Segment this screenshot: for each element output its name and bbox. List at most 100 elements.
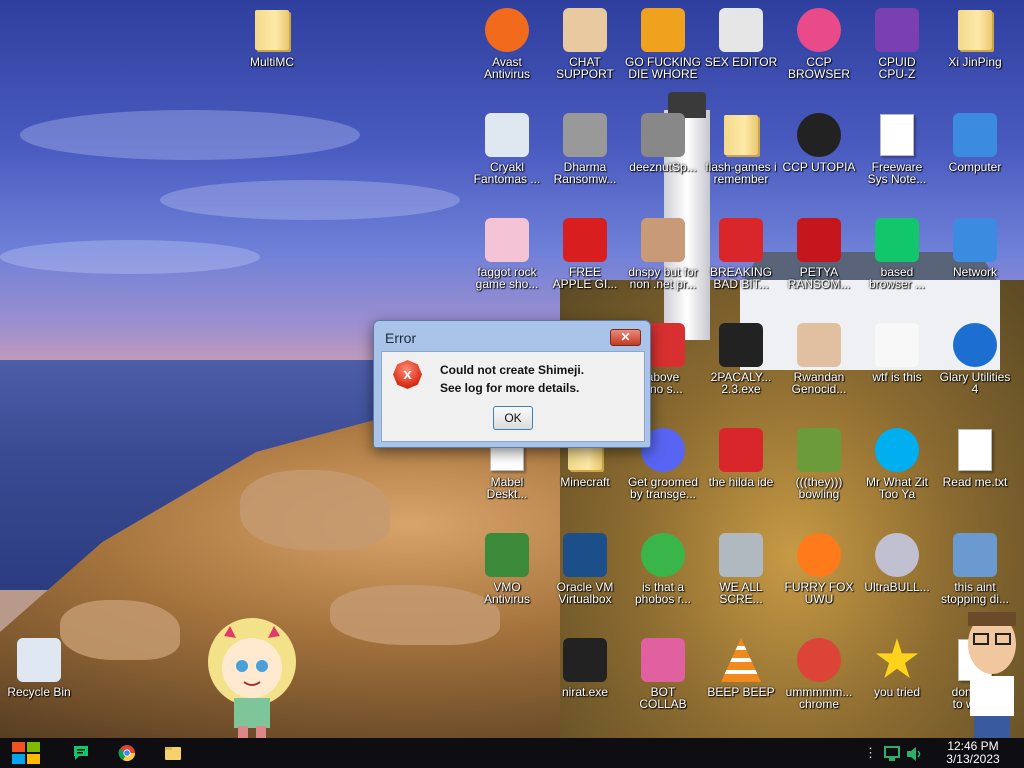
document-icon: [873, 111, 921, 159]
disc-icon: [873, 531, 921, 579]
error-dialog[interactable]: Error ✕ x Could not create Shimeji. See …: [373, 320, 651, 448]
desktop-icon[interactable]: UltraBULL...: [859, 531, 935, 593]
desktop-icon-label: MultiMC: [250, 55, 294, 69]
red-circle-icon: [795, 111, 843, 159]
old-computer-icon: [717, 531, 765, 579]
desktop-icon[interactable]: Freeware Sys Note...: [859, 111, 935, 185]
chat-app-taskbar-icon[interactable]: [72, 744, 90, 762]
rock: [60, 600, 180, 660]
desktop-icon[interactable]: FURRY FOX UWU: [781, 531, 857, 605]
taskbar: ⋮ 12:46 PM 3/13/2023: [0, 738, 1024, 768]
cloud: [160, 180, 460, 220]
desktop-icon[interactable]: VMO Antivirus: [469, 531, 545, 605]
desktop-icon[interactable]: BREAKING BAD BIT...: [703, 216, 779, 290]
desktop-icon[interactable]: CCP BROWSER: [781, 6, 857, 80]
user-folder-icon: [951, 6, 999, 54]
desktop-icon[interactable]: CCP UTOPIA: [781, 111, 857, 173]
desktop-icon[interactable]: (((they))) bowling: [781, 426, 857, 500]
desktop-icon[interactable]: ummmmm... chrome: [781, 636, 857, 710]
desktop-icon[interactable]: Rwandan Genocid...: [781, 321, 857, 395]
desktop-icon-label: ummmmm... chrome: [785, 685, 853, 711]
chrome-taskbar-icon[interactable]: [118, 744, 136, 762]
desktop-icon[interactable]: Cryakl Fantomas ...: [469, 111, 545, 185]
desktop-icon[interactable]: BOT COLLAB: [625, 636, 701, 710]
volume-icon[interactable]: [905, 745, 923, 763]
desktop-icon-label: Minecraft: [560, 475, 610, 489]
calendar-icon: [873, 321, 921, 369]
taskbar-clock[interactable]: 12:46 PM 3/13/2023: [928, 740, 1018, 766]
desktop-icon[interactable]: based browser ...: [859, 216, 935, 290]
ok-button[interactable]: OK: [493, 406, 533, 430]
desktop-icon[interactable]: Oracle VM Virtualbox: [547, 531, 623, 605]
desktop-icon[interactable]: Read me.txt: [937, 426, 1013, 488]
error-message-line2: See log for more details.: [440, 381, 580, 395]
desktop-icon-label: FREE APPLE GI...: [552, 265, 618, 291]
show-hidden-icons-icon[interactable]: ⋮: [864, 745, 877, 761]
apple-icon: [561, 216, 609, 264]
dialog-body: x Could not create Shimeji. See log for …: [381, 351, 645, 442]
desktop-icon[interactable]: Dharma Ransomw...: [547, 111, 623, 185]
desktop-icon[interactable]: you tried: [859, 636, 935, 698]
desktop-icon-label: Computer: [948, 160, 1002, 174]
desktop-icon-label: Avast Antivirus: [483, 55, 530, 81]
desktop-icon-label: BOT COLLAB: [639, 685, 687, 711]
angry-bird-icon: [717, 216, 765, 264]
browser-icon: [795, 6, 843, 54]
hank-hill-mascot[interactable]: [960, 612, 1024, 738]
desktop-icon[interactable]: Mr What Zit Too Ya: [859, 426, 935, 500]
start-button[interactable]: [8, 740, 44, 766]
desktop-icon-label: CPUID CPU-Z: [878, 55, 916, 81]
desktop-icon[interactable]: CPUID CPU-Z: [859, 6, 935, 80]
desktop-icon-label: VMO Antivirus: [483, 580, 530, 606]
desktop-icon[interactable]: Computer: [937, 111, 1013, 173]
close-button[interactable]: ✕: [610, 329, 641, 346]
network-tray-icon[interactable]: [883, 745, 901, 763]
desktop-icon[interactable]: flash-games i remember: [703, 111, 779, 185]
chrome-icon: [795, 636, 843, 684]
desktop-icon-label: Freeware Sys Note...: [867, 160, 927, 186]
desktop-icon[interactable]: nirat.exe: [547, 636, 623, 698]
skull-icon: [561, 636, 609, 684]
desktop-icon-label: BREAKING BAD BIT...: [709, 265, 772, 291]
desktop-icon[interactable]: wtf is this: [859, 321, 935, 383]
desktop-icon[interactable]: faggot rock game sho...: [469, 216, 545, 290]
desktop-icon[interactable]: deeznutSp...: [625, 111, 701, 173]
de-icon: [639, 6, 687, 54]
desktop-icon[interactable]: this aint stopping di...: [937, 531, 1013, 605]
desktop-icon-label: Rwandan Genocid...: [791, 370, 847, 396]
desktop-icon[interactable]: MultiMC: [234, 6, 310, 68]
desktop-icon[interactable]: SEX EDITOR: [703, 6, 779, 68]
desktop-icon[interactable]: BEEP BEEP: [703, 636, 779, 698]
desktop-icon[interactable]: Glary Utilities 4: [937, 321, 1013, 395]
file-explorer-taskbar-icon[interactable]: [164, 744, 182, 762]
desktop-icon[interactable]: GO FUCKING DIE WHORE: [625, 6, 701, 80]
desktop-icon[interactable]: 2PACALY... 2.3.exe: [703, 321, 779, 395]
devcpp-icon: [717, 426, 765, 474]
desktop-icon[interactable]: is that a phobos r...: [625, 531, 701, 605]
desktop-icon-label: CCP BROWSER: [787, 55, 850, 81]
desktop-icon[interactable]: Avast Antivirus: [469, 6, 545, 80]
cloud: [20, 110, 360, 160]
desktop-icon[interactable]: Recycle Bin: [1, 636, 77, 698]
star-butterfly-mascot[interactable]: [200, 612, 304, 738]
desktop-icon[interactable]: dnspy but for non .net pr...: [625, 216, 701, 290]
pig-icon: [483, 216, 531, 264]
skull-red-icon: [795, 216, 843, 264]
doctor-icon: [561, 6, 609, 54]
network-computer-icon: [951, 531, 999, 579]
chat-icon: [873, 216, 921, 264]
desktop-icon[interactable]: PETYA RANSOM...: [781, 216, 857, 290]
desktop-icon[interactable]: Network: [937, 216, 1013, 278]
portrait-icon: [639, 216, 687, 264]
desktop-icon[interactable]: CHAT SUPPORT: [547, 6, 623, 80]
desktop-icon[interactable]: Xi JinPing: [937, 6, 1013, 68]
desktop-icon-label: you tried: [873, 685, 921, 699]
desktop-icon-label: Cryakl Fantomas ...: [473, 160, 541, 186]
desktop-icon[interactable]: WE ALL SCRE...: [703, 531, 779, 605]
desktop-icon[interactable]: the hilda ide: [703, 426, 779, 488]
desktop-icon-label: Oracle VM Virtualbox: [556, 580, 614, 606]
desktop-icon-label: SEX EDITOR: [704, 55, 778, 69]
recycle-bin-icon: [15, 636, 63, 684]
bowling-icon: [795, 426, 843, 474]
desktop-icon[interactable]: FREE APPLE GI...: [547, 216, 623, 290]
